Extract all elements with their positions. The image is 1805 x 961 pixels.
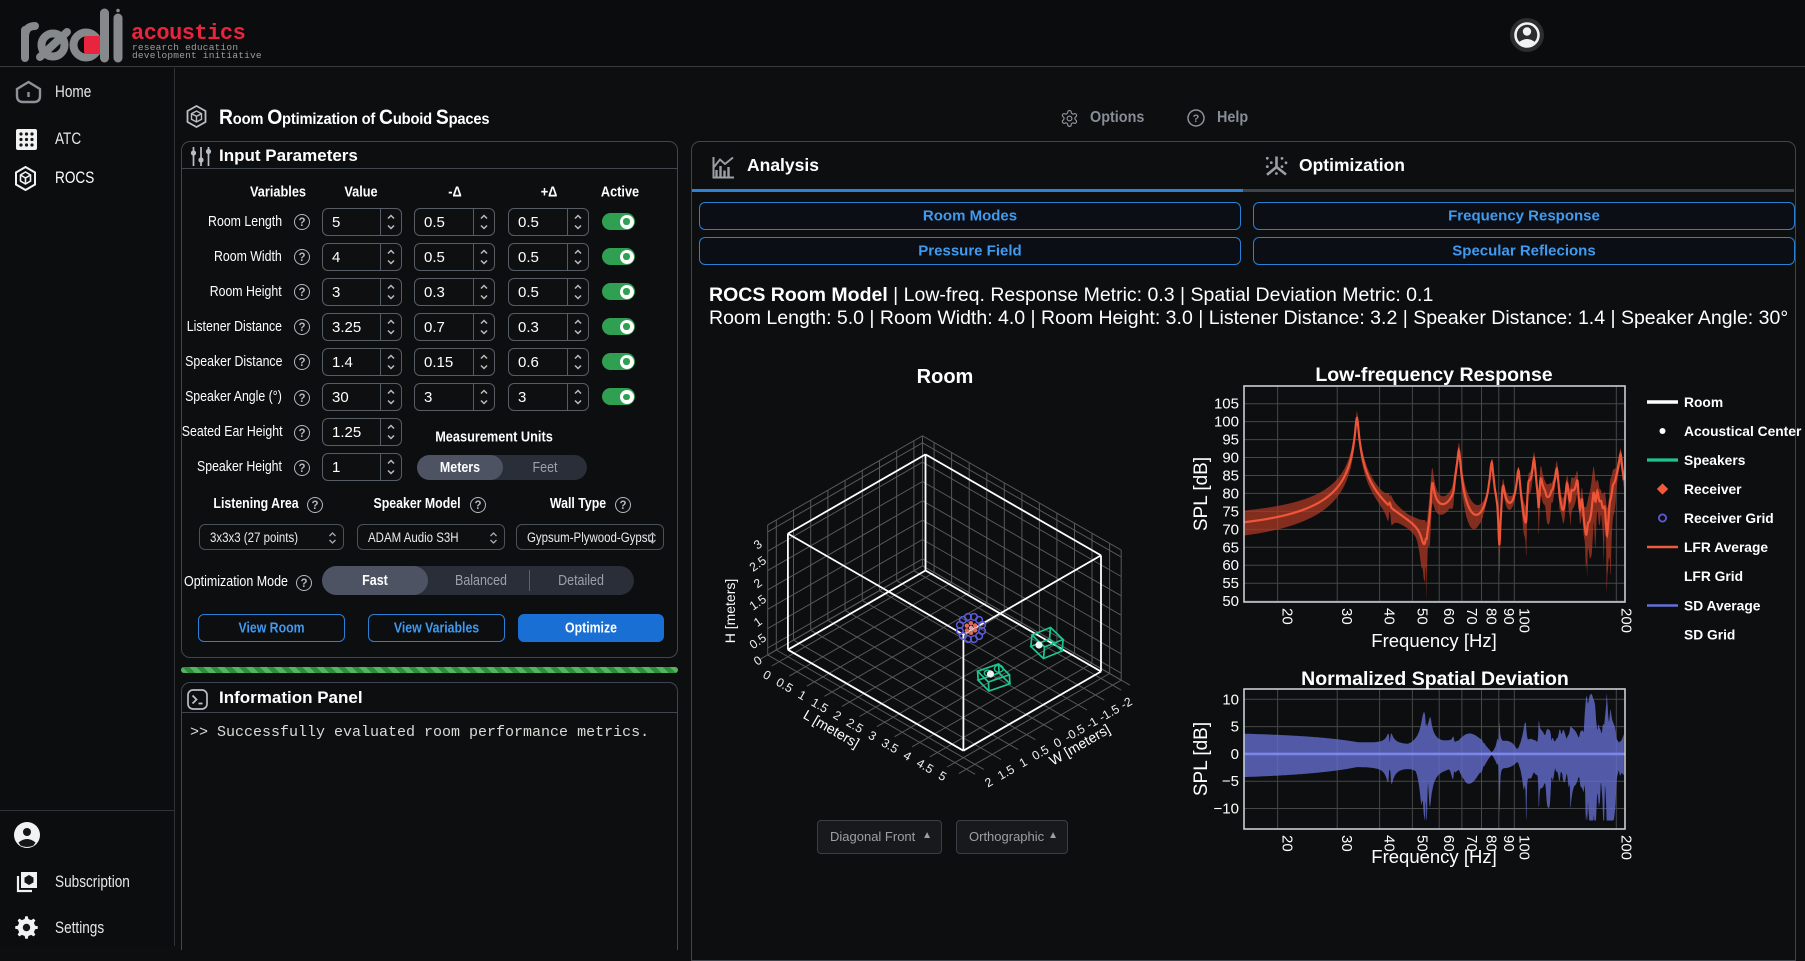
svg-text:?: ? — [1193, 113, 1200, 125]
